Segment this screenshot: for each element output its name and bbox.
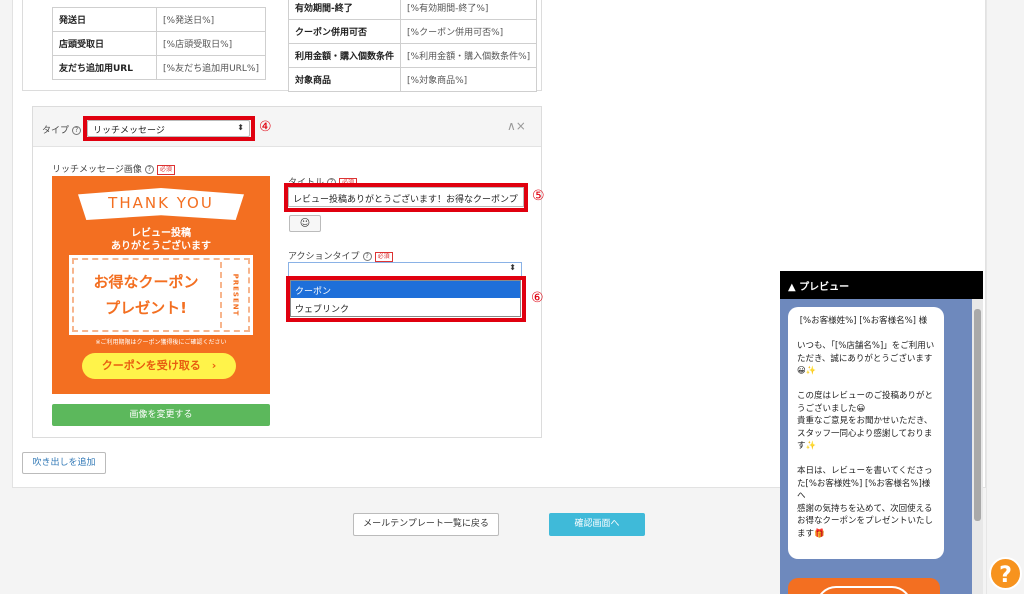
coupon-ticket: お得なクーポン プレゼント! PRESENT <box>69 255 253 335</box>
scroll-thumb[interactable] <box>974 309 981 521</box>
preview-scrollbar[interactable] <box>972 299 983 594</box>
preview-ribbon <box>816 586 912 594</box>
coupon-line-1: お得なクーポン <box>93 273 199 291</box>
variable-key: 発送日 <box>52 7 157 32</box>
rich-image-label: リッチメッセージ画像? 必須 <box>52 162 175 175</box>
action-type-label: アクションタイプ? 必須 <box>288 249 393 262</box>
table-row: 有効期間-終了 [%有効期間-終了%] <box>287 0 538 20</box>
add-bubble-button[interactable]: 吹き出しを追加 <box>22 452 106 474</box>
rich-message-image: THANK YOU レビュー投稿 ありがとうございます お得なクーポン プレゼン… <box>52 176 270 394</box>
rich-image-label-text: リッチメッセージ画像 <box>52 165 142 175</box>
thank-you-text: THANK YOU <box>108 194 214 212</box>
table-row: 発送日 [%発送日%] <box>52 7 266 32</box>
ticket-main: お得なクーポン プレゼント! <box>74 260 218 330</box>
card-collapse-close-icon[interactable]: ∧× <box>507 119 526 133</box>
preview-message-bubble: [%お客様姓%] [%お客様名%] 様 いつも、「[%店舗名%]」をご利用いただ… <box>788 307 944 559</box>
help-button[interactable]: ? <box>989 557 1022 590</box>
confirm-button[interactable]: 確認画面へ <box>549 513 645 536</box>
variable-value[interactable]: [%友だち追加用URL%] <box>156 55 266 80</box>
table-row: 利用金額・購入個数条件 [%利用金額・購入個数条件%] <box>287 43 538 68</box>
preview-header[interactable]: ▲ プレビュー <box>780 271 983 299</box>
emoji-button[interactable]: ☺ <box>289 215 321 232</box>
variable-key: 店頭受取日 <box>52 31 157 56</box>
ticket-stub: PRESENT <box>220 262 248 328</box>
variable-value[interactable]: [%対象商品%] <box>400 67 538 92</box>
help-icon[interactable]: ? <box>72 126 82 135</box>
variable-value[interactable]: [%利用金額・購入個数条件%] <box>400 43 538 68</box>
preview-rich-image <box>788 578 940 594</box>
action-type-select[interactable]: ⬍ <box>288 262 522 277</box>
variable-key: 友だち追加用URL <box>52 55 157 80</box>
required-badge: 必須 <box>374 252 393 262</box>
variable-key: 有効期間-終了 <box>287 0 402 20</box>
image-line-2: ありがとうございます <box>111 241 211 252</box>
back-to-list-button[interactable]: メールテンプレート一覧に戻る <box>353 513 499 536</box>
right-strip <box>986 0 1024 594</box>
variables-table-right: 有効期間-終了 [%有効期間-終了%] クーポン併用可否 [%クーポン併用可否%] … <box>287 0 538 92</box>
preview-panel: ▲ プレビュー [%お客様姓%] [%お客様名%] 様 いつも、「[%店舗名%]… <box>780 271 983 594</box>
variable-key: 対象商品 <box>287 67 402 92</box>
marker-4: ④ <box>259 119 272 135</box>
variable-key: 利用金額・購入個数条件 <box>287 43 402 68</box>
marker-5: ⑤ <box>532 188 545 204</box>
help-icon[interactable]: ? <box>144 165 154 174</box>
coupon-line-2: プレゼント! <box>105 299 187 317</box>
variables-table-left: 発送日 [%発送日%] 店頭受取日 [%店頭受取日%] 友だち追加用URL [%友だち… <box>52 7 266 80</box>
variable-value[interactable]: [%発送日%] <box>156 7 266 32</box>
table-row: 対象商品 [%対象商品%] <box>287 67 538 92</box>
required-badge: 必須 <box>156 165 175 175</box>
get-coupon-image-button: クーポンを受け取る › <box>82 353 236 379</box>
type-label-text: タイプ <box>42 126 70 136</box>
highlight-box-action <box>286 276 526 322</box>
variable-value[interactable]: [%有効期間-終了%] <box>400 0 538 20</box>
variable-value[interactable]: [%クーポン併用可否%] <box>400 19 538 44</box>
variable-value[interactable]: [%店頭受取日%] <box>156 31 266 56</box>
table-row: 友だち追加用URL [%友だち追加用URL%] <box>52 55 266 80</box>
present-text: PRESENT <box>231 273 240 317</box>
change-image-button[interactable]: 画像を変更する <box>52 404 270 426</box>
coupon-notice: ※ご利用期限はクーポン獲得後にご確認ください <box>95 339 227 346</box>
select-caret-icon: ⬍ <box>509 263 516 272</box>
help-icon[interactable]: ? <box>362 252 372 261</box>
table-row: 店頭受取日 [%店頭受取日%] <box>52 31 266 56</box>
action-type-label-text: アクションタイプ <box>288 252 360 262</box>
table-row: クーポン併用可否 [%クーポン併用可否%] <box>287 19 538 44</box>
marker-6: ⑥ <box>531 290 544 306</box>
type-label: タイプ? <box>42 123 82 136</box>
highlight-box-type <box>83 116 255 141</box>
highlight-box-title <box>284 183 528 212</box>
variable-key: クーポン併用可否 <box>287 19 402 44</box>
